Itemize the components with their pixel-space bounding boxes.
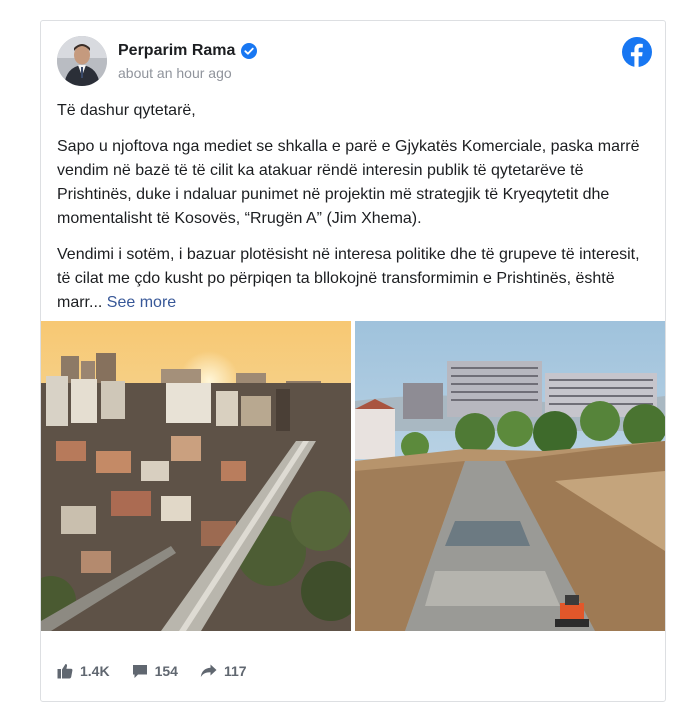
facebook-logo-icon[interactable]: [622, 37, 652, 67]
comment-count-button[interactable]: 154: [132, 663, 178, 679]
like-count-button[interactable]: 1.4K: [57, 663, 110, 679]
like-count: 1.4K: [80, 663, 110, 679]
author-name[interactable]: Perparim Rama: [118, 42, 235, 60]
share-count: 117: [223, 663, 247, 679]
post-text: Të dashur qytetarë, Sapo u njoftova nga …: [57, 99, 647, 327]
share-icon: [200, 664, 217, 677]
share-count-button[interactable]: 117: [200, 663, 247, 679]
post-paragraph: Sapo u njoftova nga mediet se shkalla e …: [57, 138, 640, 227]
avatar[interactable]: [57, 36, 107, 86]
comment-count: 154: [154, 663, 178, 679]
post-photo-aerial-city[interactable]: [41, 321, 351, 631]
author-row: Perparim Rama: [118, 42, 258, 60]
see-more-link[interactable]: See more: [107, 294, 176, 311]
post-photo-road-construction[interactable]: [355, 321, 665, 631]
post-stats: 1.4K 154 117: [57, 663, 269, 679]
post-timestamp[interactable]: about an hour ago: [118, 65, 232, 81]
post-greeting: Të dashur qytetarë,: [57, 102, 196, 119]
like-icon: [57, 664, 73, 679]
facebook-post-card: Perparim Rama about an hour ago Të dashu…: [40, 20, 666, 702]
comment-icon: [132, 665, 147, 678]
post-paragraph: Vendimi i sotëm, i bazuar plotësisht në …: [57, 243, 647, 315]
verified-badge-icon: [241, 43, 258, 59]
